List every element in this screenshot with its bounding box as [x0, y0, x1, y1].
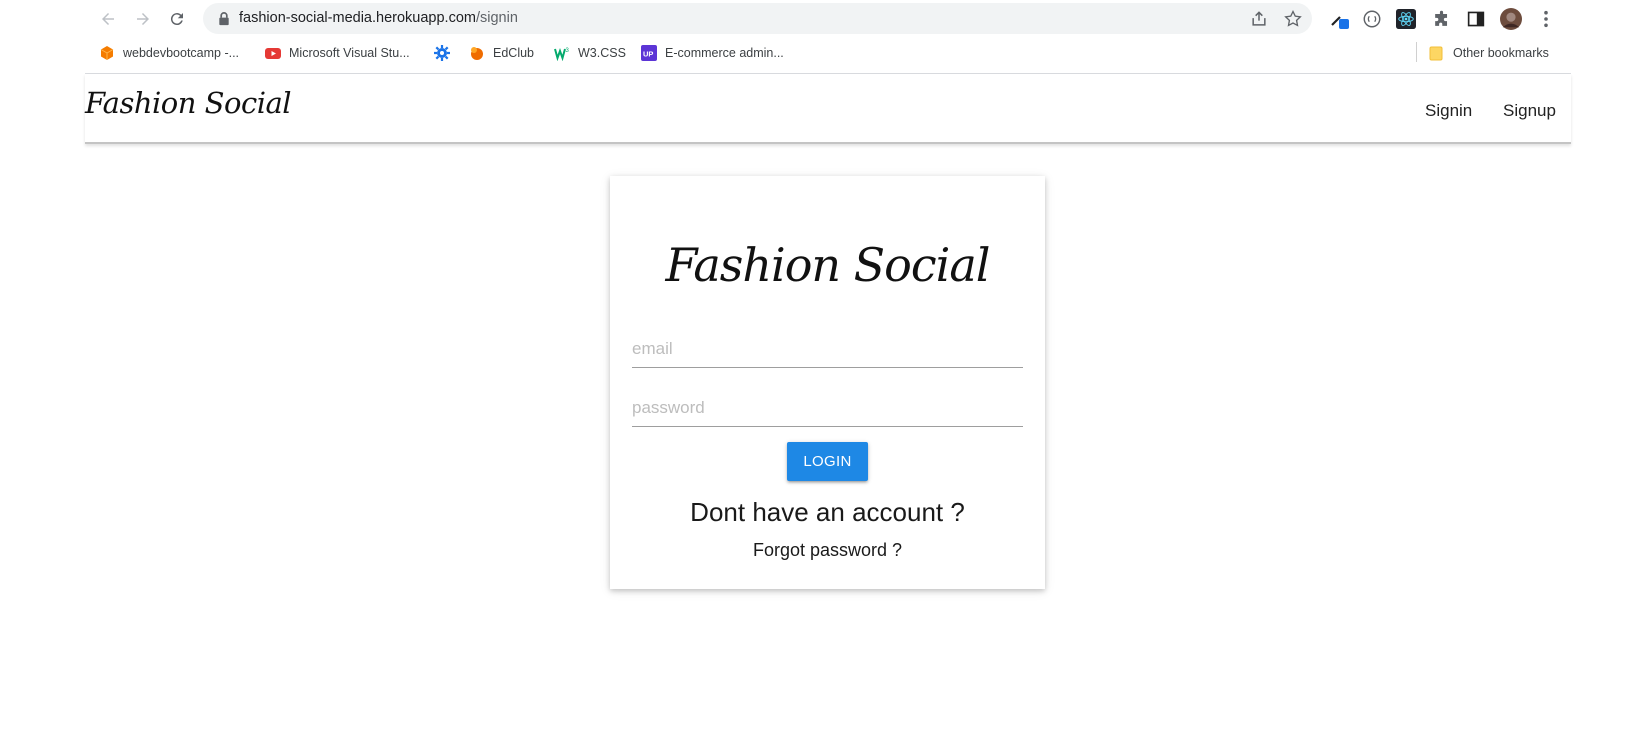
email-field[interactable] — [632, 330, 1023, 368]
edclub-icon — [471, 47, 483, 60]
bookmark-settings[interactable] — [434, 42, 450, 64]
forward-button[interactable] — [130, 6, 156, 32]
back-button[interactable] — [95, 6, 121, 32]
bookmark-ecommerce-admin[interactable]: UP E-commerce admin... — [641, 42, 784, 64]
reload-button[interactable] — [164, 6, 190, 32]
svg-text:UP: UP — [643, 50, 653, 59]
app-navbar: Fashion Social Signin Signup — [85, 74, 1571, 144]
arrow-left-icon — [102, 13, 114, 25]
youtube-icon — [265, 48, 281, 59]
signin-card: Fashion Social LOGIN Dont have an accoun… — [610, 176, 1045, 589]
url-text: fashion-social-media.herokuapp.com/signi… — [239, 10, 518, 26]
extension-circle-icon[interactable] — [1361, 8, 1383, 30]
bookmarks-bar: webdevbootcamp -... Microsoft Visual Stu… — [0, 38, 1650, 68]
brand-logo[interactable]: Fashion Social — [85, 86, 292, 120]
bookmark-webdevbootcamp[interactable]: webdevbootcamp -... — [99, 42, 239, 64]
reload-icon — [170, 13, 183, 26]
folder-icon — [1429, 46, 1443, 61]
w3-icon: 3 — [554, 48, 570, 61]
cube-icon — [100, 46, 114, 60]
nav-signin-link[interactable]: Signin — [1425, 101, 1472, 121]
up-icon: UP — [641, 45, 657, 61]
arrow-right-icon — [137, 13, 149, 25]
browser-toolbar: fashion-social-media.herokuapp.com/signi… — [0, 0, 1650, 37]
star-icon[interactable] — [1283, 9, 1303, 29]
signin-title: Fashion Social — [665, 238, 991, 292]
eyedropper-extension-icon[interactable] — [1328, 8, 1350, 30]
other-bookmarks-folder[interactable]: Other bookmarks — [1429, 42, 1549, 64]
gear-icon — [434, 45, 450, 61]
puzzle-extensions-icon[interactable] — [1430, 8, 1452, 30]
bookmark-edclub[interactable]: EdClub — [469, 42, 534, 64]
bookmarks-separator — [1416, 42, 1417, 62]
profile-avatar[interactable] — [1500, 8, 1522, 30]
login-button[interactable]: LOGIN — [787, 442, 868, 481]
chrome-menu-icon[interactable] — [1535, 8, 1557, 30]
share-icon[interactable] — [1249, 9, 1269, 29]
signup-prompt[interactable]: Dont have an account ? — [610, 497, 1045, 528]
side-panel-icon[interactable] — [1465, 8, 1487, 30]
lock-icon — [219, 12, 229, 26]
svg-text:3: 3 — [566, 48, 570, 54]
password-field[interactable] — [632, 389, 1023, 427]
react-devtools-icon[interactable] — [1395, 8, 1417, 30]
bookmark-w3css[interactable]: 3 W3.CSS — [554, 42, 626, 64]
forgot-password-link[interactable]: Forgot password ? — [610, 540, 1045, 561]
bookmark-microsoft-visual-studio[interactable]: Microsoft Visual Stu... — [265, 42, 410, 64]
address-bar[interactable]: fashion-social-media.herokuapp.com/signi… — [203, 3, 1312, 34]
nav-signup-link[interactable]: Signup — [1503, 101, 1556, 121]
